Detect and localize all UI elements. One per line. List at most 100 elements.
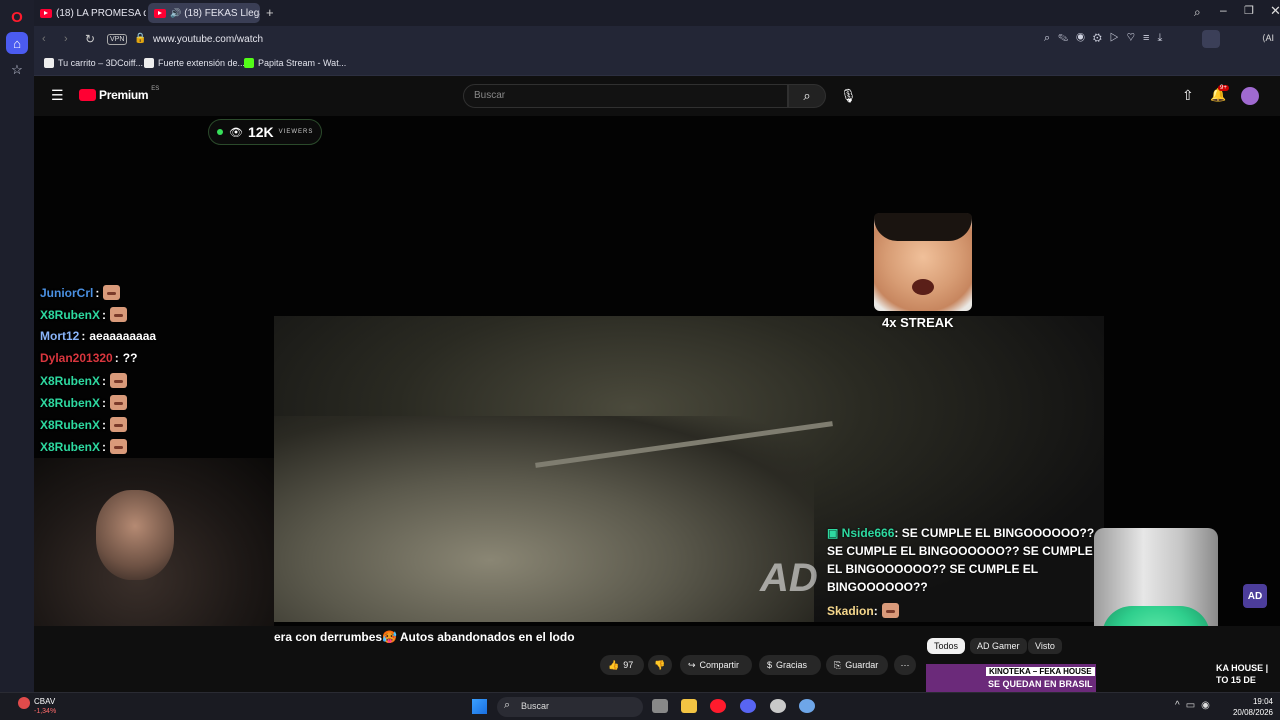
url-field[interactable]: www.youtube.com/watch <box>153 34 263 45</box>
new-tab-button[interactable]: + <box>266 5 274 20</box>
discord-icon[interactable] <box>740 699 756 713</box>
video-player[interactable]: 👁 12K VIEWERS 4x STREAK JuniorCrl: X8Rub… <box>34 116 1280 626</box>
thanks-button[interactable]: $ Gracias <box>759 655 821 675</box>
opera-logo-icon[interactable]: O <box>6 6 28 28</box>
youtube-play-icon <box>79 89 96 101</box>
chip-todos[interactable]: Todos <box>927 638 966 654</box>
avatar[interactable] <box>1241 87 1259 105</box>
bookmark-1[interactable]: Tu carrito – 3DCoiff... <box>44 58 143 68</box>
windows-start-icon[interactable] <box>472 699 487 714</box>
jar-balls <box>1102 606 1210 626</box>
notification-badge: 9+ <box>1218 85 1229 91</box>
bingo-jar-image <box>1094 528 1218 626</box>
reload-icon[interactable]: ↻ <box>85 32 95 46</box>
chrome-icon[interactable] <box>770 699 786 713</box>
chat-line: X8RubenX: <box>40 417 128 432</box>
search-button[interactable]: ⌕ <box>788 84 826 108</box>
task-view-icon[interactable] <box>652 699 668 713</box>
emote-icon <box>110 373 128 388</box>
recommended-title[interactable]: KA HOUSE | <box>1216 663 1268 673</box>
menu-icon[interactable]: ☰ <box>51 87 64 104</box>
recommended-title-line2: TO 15 DE <box>1216 675 1256 685</box>
recommended-thumbnail[interactable]: KINOTEKA – FEKA HOUSE SE QUEDAN EN BRASI… <box>926 664 1096 692</box>
bookmark-2[interactable]: Fuerte extensión de... <box>144 58 245 68</box>
dislike-button[interactable]: 👎 <box>648 655 672 675</box>
mic-icon[interactable]: 🎙 <box>840 88 857 104</box>
share-button[interactable]: ↪ Compartir <box>680 655 752 675</box>
channel-watermark[interactable]: AD <box>1243 584 1267 608</box>
lock-icon: 🔒 <box>134 33 147 44</box>
home-icon[interactable]: ⌂ <box>6 32 28 54</box>
chat-line: X8RubenX: <box>40 395 128 410</box>
thanks-icon: $ <box>767 660 773 670</box>
speaker-icon: 🔊 <box>170 7 182 18</box>
address-bar-tools[interactable]: ⌕✎◉⚙▷♡≡⤓ <box>1044 32 1170 45</box>
stock-name[interactable]: CBAV <box>34 697 55 706</box>
opera-sidebar: O ⌂ ☆ <box>0 0 34 692</box>
ad-watermark: AD <box>760 556 818 600</box>
emote-icon <box>110 439 128 454</box>
emote-icon <box>110 395 128 410</box>
bookmark-icon: ⎘ <box>834 659 842 670</box>
youtube-logo[interactable]: Premium ES <box>79 86 159 102</box>
address-bar: ‹ › ↻ VPN 🔒 www.youtube.com/watch ⌕✎◉⚙▷♡… <box>34 26 1280 54</box>
mouth <box>912 279 934 295</box>
chat-line: Skadion: <box>827 603 899 618</box>
chat-line: X8RubenX: <box>40 439 128 454</box>
tab-fekas[interactable]: 🔊 (18) FEKAS Llegan a la <box>148 3 260 23</box>
thumbs-up-icon: 👍 <box>608 659 620 670</box>
file-explorer-icon[interactable] <box>681 699 697 713</box>
emote-icon <box>881 603 899 618</box>
bookmark-3[interactable]: Papita Stream - Wat... <box>244 58 346 68</box>
more-icon: ⋯ <box>900 659 910 670</box>
tab-bar: (18) LA PROMESA de King 🔊 (18) FEKAS Lle… <box>34 0 1280 26</box>
youtube-favicon-icon <box>40 8 52 18</box>
aria-ai-button[interactable]: ⟨AI <box>1262 33 1274 44</box>
video-title: era con derrumbes🥵 Autos abandonados en … <box>274 630 575 644</box>
forward-icon[interactable]: › <box>64 33 68 45</box>
streamer-head <box>96 490 174 580</box>
opera-taskbar-icon[interactable] <box>710 699 726 713</box>
tab-la-promesa[interactable]: (18) LA PROMESA de King <box>34 3 146 23</box>
search-icon: ⌕ <box>504 699 511 711</box>
chat-line: X8RubenX: <box>40 307 128 322</box>
hair <box>874 213 972 241</box>
save-button[interactable]: ⎘ Guardar <box>826 655 888 675</box>
stock-change: -1,34% <box>34 708 57 715</box>
youtube-favicon-icon <box>154 8 166 18</box>
close-window-button[interactable]: ✕ <box>1270 3 1280 19</box>
settings-icon[interactable] <box>799 699 815 713</box>
search-input[interactable]: Buscar <box>463 84 788 108</box>
eye-icon: 👁 <box>229 126 243 139</box>
viewers-badge: 👁 12K VIEWERS <box>208 119 322 145</box>
chat-line: Mort12: aeaaaaaaaa <box>40 329 157 343</box>
emote-icon <box>103 285 121 300</box>
search-icon: ⌕ <box>803 88 811 103</box>
search-tabs-icon[interactable]: ⌕ <box>1194 5 1201 20</box>
like-button[interactable]: 👍 97 <box>600 655 644 675</box>
clock-date: 20/08/2026 <box>1232 708 1273 717</box>
back-icon[interactable]: ‹ <box>42 33 46 45</box>
chat-line: Dylan201320:?? <box>40 351 138 365</box>
streak-label: 4x STREAK <box>882 315 954 330</box>
kick-icon <box>244 58 254 68</box>
emote-icon <box>110 417 128 432</box>
streak-face-image <box>874 213 972 311</box>
profile-button[interactable] <box>1202 30 1220 48</box>
restore-button[interactable]: ❐ <box>1244 4 1254 17</box>
bookmark-favicon-icon <box>144 58 154 68</box>
live-dot-icon <box>217 129 223 135</box>
more-button[interactable]: ⋯ <box>894 655 916 675</box>
thumbs-down-icon: 👎 <box>654 659 666 670</box>
vpn-badge[interactable]: VPN <box>107 34 128 45</box>
bookmark-favicon-icon <box>44 58 54 68</box>
taskbar-search[interactable]: Buscar <box>497 697 643 717</box>
tray-icons[interactable]: ^▭◉ <box>1175 700 1216 711</box>
dirt-mound <box>274 416 814 622</box>
chip-visto[interactable]: Visto <box>1028 638 1062 654</box>
star-icon[interactable]: ☆ <box>6 59 28 81</box>
share-icon: ↪ <box>688 659 696 670</box>
upload-icon[interactable]: ⇧ <box>1182 87 1194 104</box>
minimize-button[interactable]: – <box>1220 3 1227 17</box>
chip-ad-gamer[interactable]: AD Gamer <box>970 638 1027 654</box>
